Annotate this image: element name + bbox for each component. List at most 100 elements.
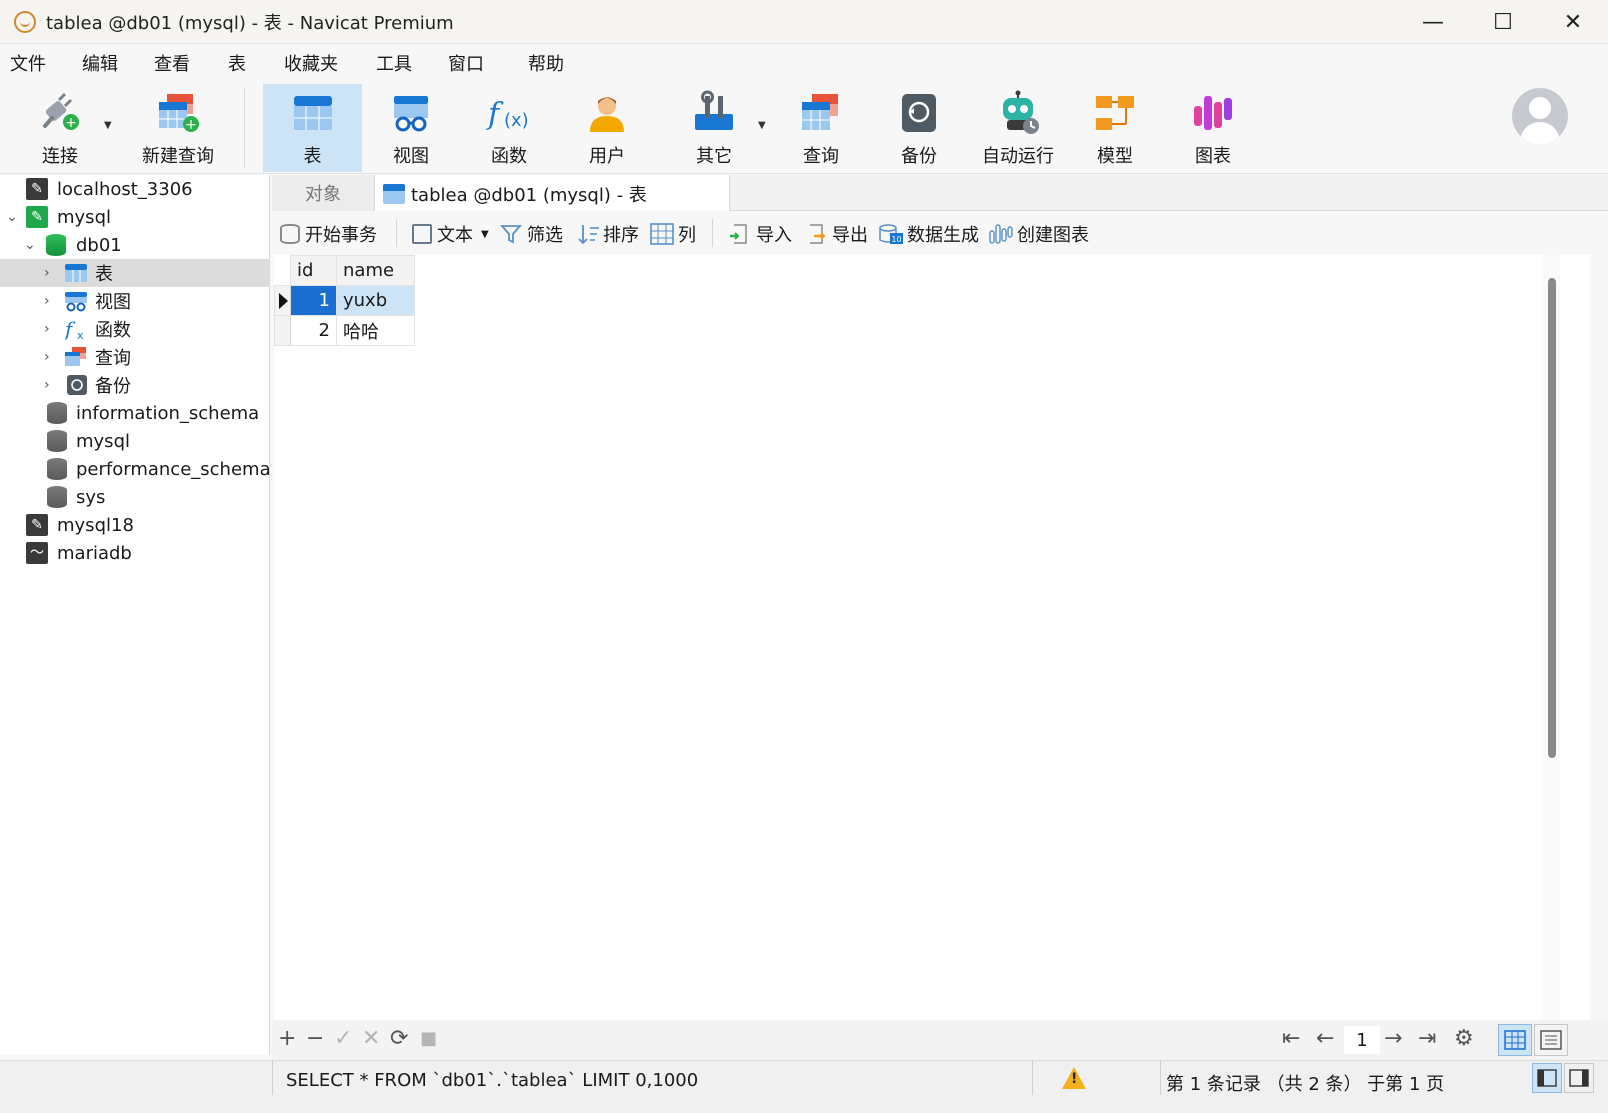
- menu-edit[interactable]: 编辑: [82, 50, 118, 76]
- filter-icon: [500, 225, 522, 244]
- data-generation-button[interactable]: 10 数据生成: [878, 221, 979, 247]
- columns-button[interactable]: 列: [650, 221, 696, 247]
- filter-button[interactable]: 筛选: [500, 221, 563, 247]
- connect-button[interactable]: + 连接: [12, 84, 108, 172]
- other-button[interactable]: 其它: [666, 84, 762, 172]
- data-generation-label: 数据生成: [907, 225, 979, 246]
- tree-item-mariadb[interactable]: 〜 mariadb: [0, 539, 270, 567]
- query-label: 查询: [803, 146, 839, 167]
- svg-text:x: x: [77, 329, 84, 340]
- tree-item-mysql-db[interactable]: mysql: [0, 427, 270, 455]
- cell-id[interactable]: 2: [290, 315, 337, 346]
- database-icon: [47, 458, 67, 480]
- text-button[interactable]: 文本 ▼: [412, 221, 489, 247]
- tree-item-views[interactable]: › 视图: [0, 287, 270, 315]
- maximize-button[interactable]: ☐: [1468, 0, 1538, 44]
- menu-table[interactable]: 表: [228, 50, 246, 76]
- menu-window[interactable]: 窗口: [448, 50, 484, 76]
- tree-item-information-schema[interactable]: information_schema: [0, 399, 270, 427]
- toggle-left-panel-button[interactable]: [1532, 1063, 1562, 1093]
- status-divider: [272, 1061, 273, 1095]
- stop-button[interactable]: ■: [420, 1028, 437, 1049]
- table-row[interactable]: 1 yuxb: [274, 285, 415, 316]
- delete-record-button[interactable]: −: [306, 1026, 324, 1051]
- toggle-right-panel-button[interactable]: [1564, 1063, 1594, 1093]
- tree-item-queries[interactable]: › 查询: [0, 343, 270, 371]
- tab-objects[interactable]: 对象: [272, 175, 374, 211]
- tree-item-localhost-3306[interactable]: ✎ localhost_3306: [0, 175, 270, 203]
- chevron-right-icon[interactable]: ›: [44, 265, 50, 281]
- model-button[interactable]: 模型: [1066, 84, 1164, 172]
- connect-dropdown-icon[interactable]: ▼: [104, 120, 112, 131]
- last-page-button[interactable]: ⇥: [1418, 1026, 1436, 1051]
- query-button[interactable]: 查询: [772, 84, 870, 172]
- chevron-right-icon[interactable]: ›: [44, 321, 50, 337]
- menu-view[interactable]: 查看: [154, 50, 190, 76]
- first-page-button[interactable]: ⇤: [1282, 1026, 1300, 1051]
- tree-item-sys[interactable]: sys: [0, 483, 270, 511]
- tree-item-functions[interactable]: › fx 函数: [0, 315, 270, 343]
- refresh-button[interactable]: ⟳: [390, 1026, 408, 1051]
- backup-button[interactable]: 备份: [870, 84, 968, 172]
- tab-tablea[interactable]: tablea @db01 (mysql) - 表: [374, 175, 730, 212]
- chevron-down-icon[interactable]: ⌄: [6, 209, 18, 225]
- user-button[interactable]: 用户: [558, 84, 656, 172]
- data-grid[interactable]: [274, 255, 1590, 1020]
- chevron-down-icon[interactable]: ⌄: [24, 237, 36, 253]
- grid-view-button[interactable]: [1498, 1024, 1532, 1056]
- tree-item-mysql-connection[interactable]: ⌄ ✎ mysql: [0, 203, 270, 231]
- sort-button[interactable]: 排序: [578, 221, 639, 247]
- menu-file[interactable]: 文件: [10, 50, 46, 76]
- menu-favorites[interactable]: 收藏夹: [284, 50, 338, 76]
- column-header-name[interactable]: name: [336, 255, 415, 286]
- function-icon: f (x): [486, 90, 532, 136]
- table-button[interactable]: 表: [263, 84, 362, 172]
- form-view-button[interactable]: [1534, 1024, 1568, 1056]
- toolbar-divider: [244, 88, 245, 168]
- function-button[interactable]: f (x) 函数: [460, 84, 558, 172]
- navigation-tree: ✎ localhost_3306 ⌄ ✎ mysql ⌄ db01 › 表 › …: [0, 175, 271, 1055]
- tree-item-db01[interactable]: ⌄ db01: [0, 231, 270, 259]
- tree-item-tables[interactable]: › 表: [0, 259, 270, 287]
- settings-gear-icon[interactable]: ⚙: [1454, 1026, 1474, 1051]
- chevron-down-icon[interactable]: ▼: [481, 229, 489, 240]
- chevron-right-icon[interactable]: ›: [44, 349, 50, 365]
- import-button[interactable]: 导入: [728, 221, 792, 247]
- close-button[interactable]: ✕: [1538, 0, 1608, 44]
- cell-name[interactable]: yuxb: [336, 285, 415, 316]
- chevron-right-icon[interactable]: ›: [44, 293, 50, 309]
- begin-transaction-button[interactable]: 开始事务: [280, 221, 377, 247]
- cell-name[interactable]: 哈哈: [336, 315, 415, 346]
- next-page-button[interactable]: →: [1384, 1026, 1402, 1051]
- automation-button[interactable]: 自动运行: [970, 84, 1066, 172]
- cell-id[interactable]: 1: [290, 285, 337, 316]
- new-query-button[interactable]: + 新建查询: [126, 84, 230, 172]
- minimize-button[interactable]: —: [1398, 0, 1468, 44]
- discard-changes-button[interactable]: ✕: [362, 1026, 380, 1051]
- column-header-id[interactable]: id: [290, 255, 337, 286]
- warning-icon[interactable]: !: [1062, 1067, 1086, 1089]
- other-dropdown-icon[interactable]: ▼: [758, 120, 766, 131]
- vertical-scrollbar-thumb[interactable]: [1548, 278, 1556, 758]
- page-number-input[interactable]: 1: [1344, 1026, 1380, 1054]
- add-record-button[interactable]: +: [278, 1026, 296, 1051]
- menu-tools[interactable]: 工具: [376, 50, 412, 76]
- apply-changes-button[interactable]: ✓: [334, 1026, 352, 1051]
- chart-button[interactable]: 图表: [1164, 84, 1262, 172]
- tree-item-backups[interactable]: › 备份: [0, 371, 270, 399]
- chevron-right-icon[interactable]: ›: [44, 377, 50, 393]
- menu-help[interactable]: 帮助: [528, 50, 564, 76]
- export-button[interactable]: 导出: [804, 221, 868, 247]
- table-row[interactable]: 2 哈哈: [274, 315, 415, 346]
- tree-item-performance-schema[interactable]: performance_schema: [0, 455, 271, 483]
- export-icon: [810, 224, 826, 244]
- create-chart-button[interactable]: 创建图表: [988, 221, 1089, 247]
- user-avatar-icon[interactable]: [1512, 88, 1568, 144]
- tree-item-label: mysql: [76, 430, 130, 452]
- table-icon: [65, 262, 87, 284]
- plug-icon: +: [37, 90, 83, 136]
- row-indicator-header: [274, 255, 291, 286]
- tree-item-mysql18[interactable]: ✎ mysql18: [0, 511, 270, 539]
- view-button[interactable]: 视图: [362, 84, 460, 172]
- previous-page-button[interactable]: ←: [1316, 1026, 1334, 1051]
